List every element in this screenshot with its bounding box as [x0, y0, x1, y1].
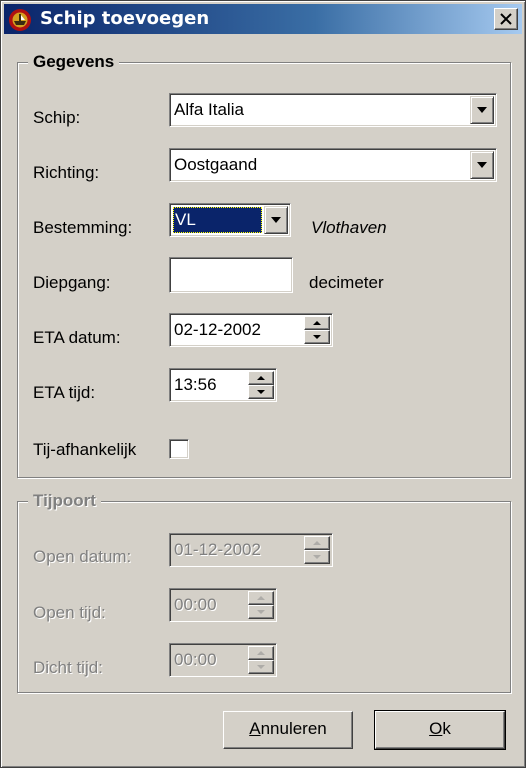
- open-tijd-down-button[interactable]: [248, 605, 274, 619]
- title-bar[interactable]: Schip toevoegen: [4, 4, 522, 34]
- dicht-tijd-picker[interactable]: 00:00: [169, 643, 277, 677]
- tij-afhankelijk-checkbox[interactable]: [169, 439, 189, 459]
- eta-datum-spinner: [304, 316, 330, 344]
- eta-tijd-spinner: [248, 371, 274, 399]
- spin-down-icon: [313, 555, 321, 559]
- ok-mnemonic: O: [429, 719, 443, 738]
- eta-datum-down-button[interactable]: [304, 330, 330, 344]
- open-datum-value: 01-12-2002: [174, 540, 261, 559]
- dicht-tijd-up-button[interactable]: [248, 646, 274, 660]
- open-tijd-spinner: [248, 591, 274, 619]
- diepgang-unit: decimeter: [309, 273, 384, 292]
- spin-down-icon: [257, 610, 265, 614]
- dialog-window: Schip toevoegen Gegevens Schip: Alfa Ita…: [0, 0, 526, 768]
- chevron-down-icon: [271, 217, 281, 223]
- open-tijd-up-button[interactable]: [248, 591, 274, 605]
- bestemming-value: VL: [175, 210, 196, 229]
- bestemming-selection: VL: [173, 207, 262, 233]
- eta-datum-up-button[interactable]: [304, 316, 330, 330]
- ship-emblem-icon: [8, 8, 32, 32]
- spin-up-icon: [313, 541, 321, 545]
- open-datum-spinner: [304, 536, 330, 564]
- annuleren-button[interactable]: Annuleren: [223, 711, 353, 749]
- diepgang-label: Diepgang:: [33, 273, 111, 292]
- eta-datum-value: 02-12-2002: [174, 320, 261, 339]
- eta-datum-label: ETA datum:: [33, 328, 121, 347]
- bestemming-select[interactable]: VL: [169, 203, 291, 237]
- dicht-tijd-value: 00:00: [174, 650, 217, 669]
- chevron-down-icon: [477, 107, 487, 113]
- tijpoort-legend: Tijpoort: [28, 491, 101, 511]
- annuleren-label-rest: nnuleren: [260, 719, 327, 738]
- ok-button[interactable]: Ok: [374, 710, 506, 750]
- schip-label: Schip:: [33, 108, 81, 127]
- spin-down-icon: [257, 390, 265, 394]
- ok-label-rest: k: [442, 719, 451, 738]
- open-datum-picker[interactable]: 01-12-2002: [169, 533, 333, 567]
- schip-select[interactable]: Alfa Italia: [169, 93, 497, 127]
- bestemming-description: Vlothaven: [311, 218, 387, 237]
- spin-up-icon: [257, 376, 265, 380]
- bestemming-dropdown-button[interactable]: [264, 206, 288, 234]
- spin-down-icon: [257, 665, 265, 669]
- diepgang-input[interactable]: [169, 257, 293, 293]
- eta-tijd-value: 13:56: [174, 375, 217, 394]
- open-datum-down-button[interactable]: [304, 550, 330, 564]
- close-button[interactable]: [494, 8, 518, 30]
- schip-value: Alfa Italia: [174, 100, 244, 119]
- open-tijd-value: 00:00: [174, 595, 217, 614]
- open-datum-label: Open datum:: [33, 547, 132, 566]
- eta-tijd-picker[interactable]: 13:56: [169, 368, 277, 402]
- close-icon: [500, 13, 512, 25]
- eta-tijd-up-button[interactable]: [248, 371, 274, 385]
- schip-dropdown-button[interactable]: [470, 96, 494, 124]
- bestemming-label: Bestemming:: [33, 218, 133, 237]
- spin-up-icon: [313, 321, 321, 325]
- window-title: Schip toevoegen: [40, 8, 210, 29]
- richting-select[interactable]: Oostgaand: [169, 148, 497, 182]
- dicht-tijd-down-button[interactable]: [248, 660, 274, 674]
- dicht-tijd-label: Dicht tijd:: [33, 658, 103, 677]
- spin-up-icon: [257, 651, 265, 655]
- richting-label: Richting:: [33, 163, 100, 182]
- tij-afhankelijk-label: Tij-afhankelijk: [33, 440, 137, 459]
- chevron-down-icon: [477, 162, 487, 168]
- open-datum-up-button[interactable]: [304, 536, 330, 550]
- spin-up-icon: [257, 596, 265, 600]
- annuleren-mnemonic: A: [249, 719, 261, 738]
- dicht-tijd-spinner: [248, 646, 274, 674]
- eta-tijd-down-button[interactable]: [248, 385, 274, 399]
- richting-value: Oostgaand: [174, 155, 258, 174]
- open-tijd-picker[interactable]: 00:00: [169, 588, 277, 622]
- eta-datum-picker[interactable]: 02-12-2002: [169, 313, 333, 347]
- eta-tijd-label: ETA tijd:: [33, 383, 96, 402]
- spin-down-icon: [313, 335, 321, 339]
- open-tijd-label: Open tijd:: [33, 603, 106, 622]
- gegevens-legend: Gegevens: [28, 52, 120, 72]
- richting-dropdown-button[interactable]: [470, 151, 494, 179]
